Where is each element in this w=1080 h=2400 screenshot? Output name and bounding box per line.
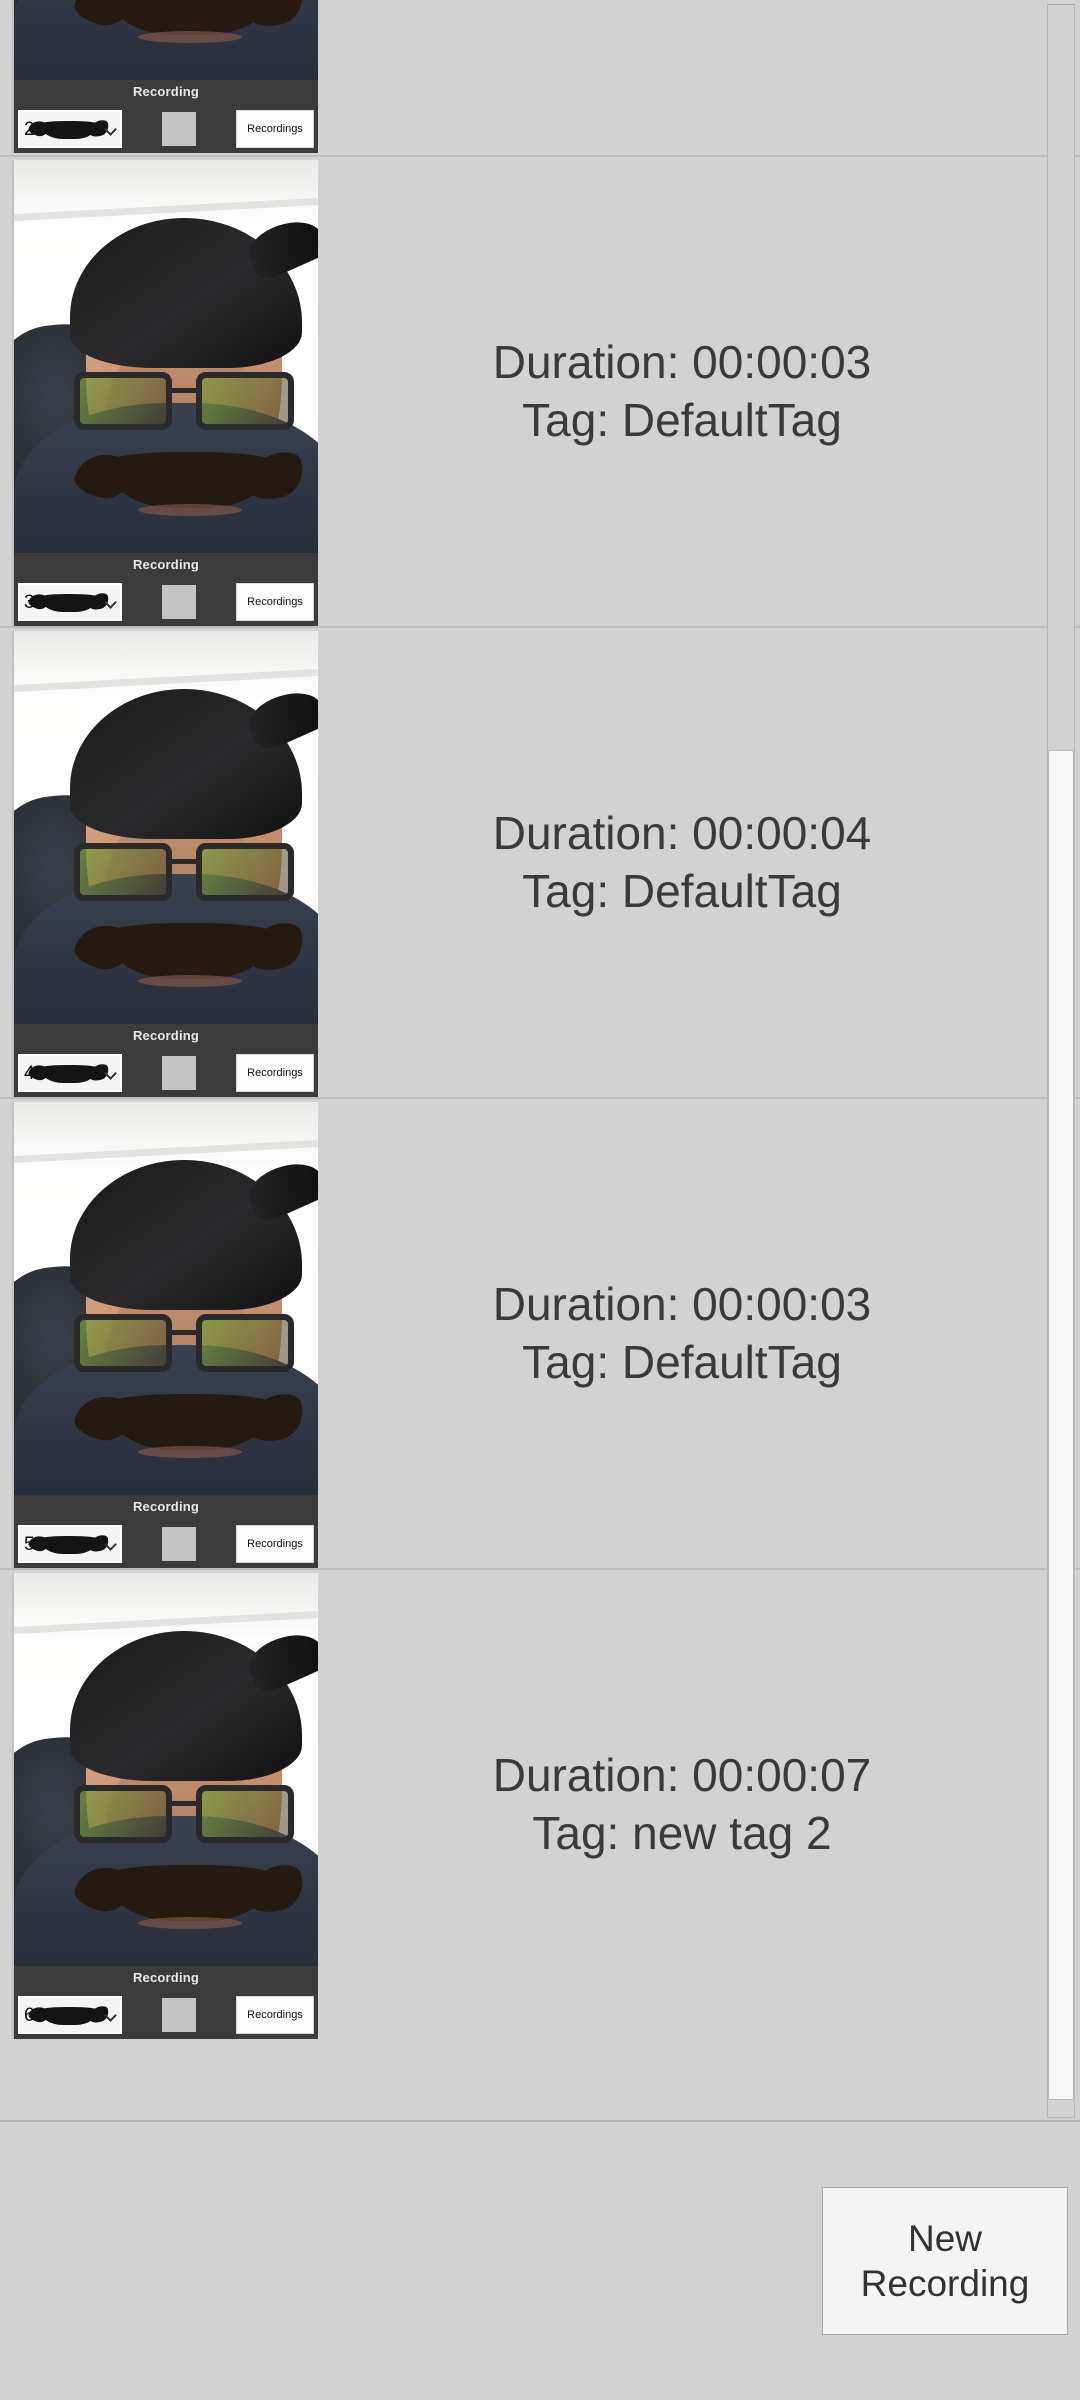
photo-hair	[70, 218, 302, 368]
moustache-select[interactable]: 5	[18, 1525, 122, 1563]
photo-mouth	[138, 31, 242, 43]
thumbnail-control-bar: Recording 4 Recordings	[14, 1024, 318, 1097]
recording-metadata: Duration: 00:00:03 Tag: DefaultTag	[318, 157, 1080, 626]
moustache-icon	[40, 121, 98, 139]
recording-list-item[interactable]: Recording 3 Recordings Duration: 00:00:0…	[0, 155, 1080, 626]
glasses-bridge	[172, 1330, 198, 1335]
photo-mouth	[138, 1917, 242, 1929]
recording-list-item[interactable]: Recording 2 Recordings Duration: 00:00:0…	[0, 0, 1080, 155]
glasses-right-lens	[196, 1314, 294, 1372]
recordings-button[interactable]: Recordings	[236, 1054, 314, 1092]
recording-status-label: Recording	[132, 557, 200, 572]
new-recording-button[interactable]: New Recording	[822, 2187, 1068, 2335]
glasses-bridge	[172, 1801, 198, 1806]
recording-thumbnail[interactable]: Recording 4 Recordings	[12, 631, 318, 1097]
recording-status-label: Recording	[132, 84, 200, 99]
recording-metadata: Duration: 00:00:02 Tag: DefaultTag	[318, 0, 1080, 155]
thumbnail-photo	[14, 1102, 318, 1495]
moustache-select[interactable]: 2	[18, 110, 122, 148]
thumbnail-photo	[14, 0, 318, 80]
recording-duration: Duration: 00:00:03	[492, 1278, 872, 1331]
recording-tag: Tag: new tag 2	[532, 1806, 832, 1859]
recording-list-item[interactable]: Recording 5 Recordings Duration: 00:00:0…	[0, 1097, 1080, 1568]
photo-glasses	[74, 1314, 294, 1376]
recording-duration: Duration: 00:00:04	[492, 807, 872, 860]
recording-duration: Duration: 00:00:03	[492, 336, 872, 389]
glasses-right-lens	[196, 1785, 294, 1843]
glasses-bridge	[172, 388, 198, 393]
recording-thumbnail[interactable]: Recording 2 Recordings	[12, 0, 318, 153]
thumbnail-control-bar: Recording 6 Recordings	[14, 1966, 318, 2039]
shutter-button[interactable]	[162, 1056, 196, 1090]
glasses-left-lens	[74, 1785, 172, 1843]
recording-thumbnail[interactable]: Recording 6 Recordings	[12, 1573, 318, 2039]
glasses-left-lens	[74, 1314, 172, 1372]
recordings-button[interactable]: Recordings	[236, 583, 314, 621]
glasses-bridge	[172, 859, 198, 864]
recording-status-label: Recording	[132, 1499, 200, 1514]
glasses-left-lens	[74, 372, 172, 430]
photo-mouth	[138, 1446, 242, 1458]
photo-hair	[70, 689, 302, 839]
app-root: Recording 2 Recordings Duration: 00:00:0…	[0, 0, 1080, 2400]
shutter-button[interactable]	[162, 1527, 196, 1561]
recording-metadata: Duration: 00:00:04 Tag: DefaultTag	[318, 628, 1080, 1097]
glasses-right-lens	[196, 372, 294, 430]
photo-mouth	[138, 504, 242, 516]
recording-tag: Tag: DefaultTag	[522, 1335, 842, 1388]
recording-thumbnail[interactable]: Recording 3 Recordings	[12, 160, 318, 626]
shutter-button[interactable]	[162, 585, 196, 619]
vertical-scrollbar[interactable]	[1047, 4, 1075, 2118]
moustache-icon	[40, 1065, 98, 1083]
thumbnail-control-bar: Recording 3 Recordings	[14, 553, 318, 626]
recordings-button[interactable]: Recordings	[236, 1525, 314, 1563]
photo-glasses	[74, 843, 294, 905]
photo-glasses	[74, 372, 294, 434]
scrollbar-thumb[interactable]	[1048, 750, 1074, 2100]
recording-thumbnail[interactable]: Recording 5 Recordings	[12, 1102, 318, 1568]
thumbnail-photo	[14, 160, 318, 553]
recording-metadata: Duration: 00:00:03 Tag: DefaultTag	[318, 1099, 1080, 1568]
recording-status-label: Recording	[132, 1028, 200, 1043]
photo-hair	[70, 1631, 302, 1781]
recording-duration: Duration: 00:00:07	[492, 1749, 872, 1802]
moustache-icon	[40, 1536, 98, 1554]
recordings-button[interactable]: Recordings	[236, 110, 314, 148]
thumbnail-photo	[14, 631, 318, 1024]
recording-metadata: Duration: 00:00:07 Tag: new tag 2	[318, 1570, 1080, 2039]
glasses-left-lens	[74, 843, 172, 901]
shutter-button[interactable]	[162, 112, 196, 146]
moustache-select[interactable]: 3	[18, 583, 122, 621]
photo-hair	[70, 1160, 302, 1310]
recording-list-item[interactable]: Recording 4 Recordings Duration: 00:00:0…	[0, 626, 1080, 1097]
moustache-select[interactable]: 6	[18, 1996, 122, 2034]
recording-tag: Tag: DefaultTag	[522, 393, 842, 446]
shutter-button[interactable]	[162, 1998, 196, 2032]
moustache-select[interactable]: 4	[18, 1054, 122, 1092]
photo-glasses	[74, 1785, 294, 1847]
moustache-icon	[40, 2007, 98, 2025]
recording-status-label: Recording	[132, 1970, 200, 1985]
thumbnail-control-bar: Recording 2 Recordings	[14, 80, 318, 153]
photo-mouth	[138, 975, 242, 987]
recordings-button[interactable]: Recordings	[236, 1996, 314, 2034]
recording-tag: Tag: DefaultTag	[522, 864, 842, 917]
moustache-icon	[40, 594, 98, 612]
recordings-list-viewport[interactable]: Recording 2 Recordings Duration: 00:00:0…	[0, 0, 1080, 2122]
thumbnail-photo	[14, 1573, 318, 1966]
recording-list-item[interactable]: Recording 6 Recordings Duration: 00:00:0…	[0, 1568, 1080, 2039]
bottom-action-bar: New Recording	[0, 2122, 1080, 2400]
recordings-list: Recording 2 Recordings Duration: 00:00:0…	[0, 0, 1080, 2039]
thumbnail-control-bar: Recording 5 Recordings	[14, 1495, 318, 1568]
glasses-right-lens	[196, 843, 294, 901]
